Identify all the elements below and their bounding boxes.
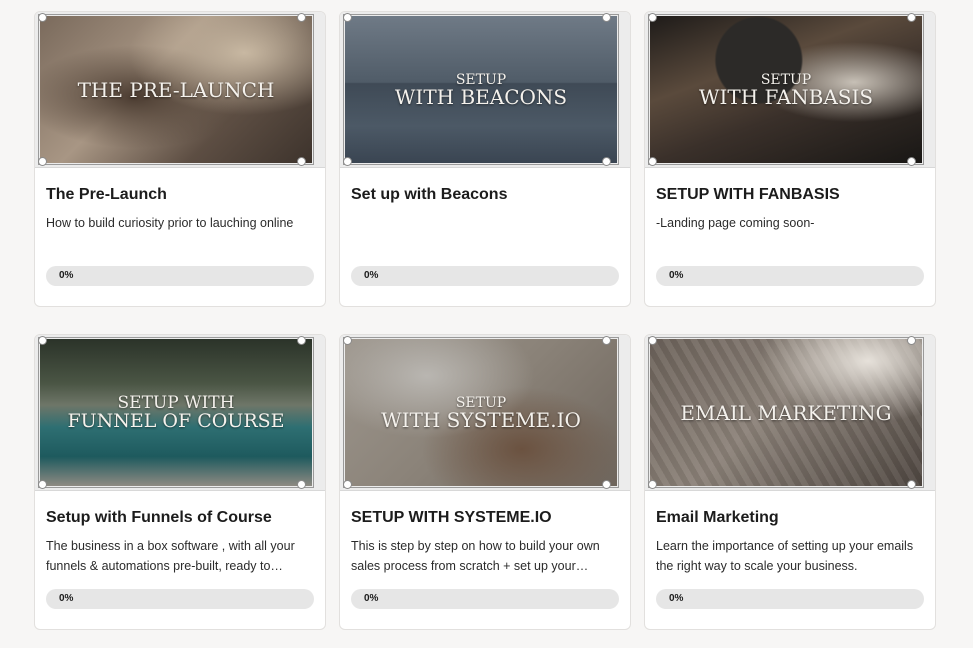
course-description: This is step by step on how to build you… (351, 539, 600, 573)
progress-label: 0% (364, 593, 379, 604)
course-progress-bar: 0% (351, 266, 619, 286)
progress-label: 0% (669, 593, 684, 604)
course-progress-bar: 0% (351, 589, 619, 609)
thumbnail-caption-line2: THE PRE-LAUNCH (77, 77, 275, 102)
course-progress-bar: 0% (46, 589, 314, 609)
course-card-funnels-of-course[interactable]: SETUP WITH FUNNEL OF COURSE Setup with F… (34, 334, 326, 630)
course-title[interactable]: Setup with Funnels of Course (46, 508, 314, 528)
course-title[interactable]: SETUP WITH SYSTEME.IO (351, 508, 619, 528)
course-description: The business in a box software , with al… (46, 539, 295, 573)
course-thumbnail[interactable]: SETUP WITH FANBASIS (645, 12, 935, 168)
thumbnail-caption-line2: WITH FANBASIS (698, 84, 874, 109)
course-description (351, 213, 619, 253)
course-thumbnail[interactable]: EMAIL MARKETING (645, 335, 935, 491)
progress-label: 0% (364, 270, 379, 281)
course-card-email-marketing[interactable]: EMAIL MARKETING Email Marketing Learn th… (644, 334, 936, 630)
progress-label: 0% (59, 270, 74, 281)
course-title[interactable]: The Pre-Launch (46, 185, 314, 205)
thumbnail-caption-line2: EMAIL MARKETING (680, 400, 892, 425)
course-progress-bar: 0% (46, 266, 314, 286)
course-description: Learn the importance of setting up your … (656, 539, 914, 573)
course-card-systeme-io[interactable]: SETUP WITH SYSTEME.IO SETUP WITH SYSTEME… (339, 334, 631, 630)
course-thumbnail[interactable]: SETUP WITH SYSTEME.IO (340, 335, 630, 491)
course-title[interactable]: SETUP WITH FANBASIS (656, 185, 924, 205)
course-thumbnail[interactable]: SETUP WITH BEACONS (340, 12, 630, 168)
course-card-pre-launch[interactable]: THE PRE-LAUNCH The Pre-Launch How to bui… (34, 11, 326, 307)
thumbnail-caption-line2: WITH SYSTEME.IO (381, 407, 581, 432)
progress-label: 0% (59, 593, 74, 604)
course-progress-bar: 0% (656, 266, 924, 286)
course-card-beacons[interactable]: SETUP WITH BEACONS Set up with Beacons 0… (339, 11, 631, 307)
course-thumbnail[interactable]: SETUP WITH FUNNEL OF COURSE (35, 335, 325, 491)
course-progress-bar: 0% (656, 589, 924, 609)
course-title[interactable]: Email Marketing (656, 508, 924, 528)
course-grid: THE PRE-LAUNCH The Pre-Launch How to bui… (34, 11, 936, 630)
course-thumbnail[interactable]: THE PRE-LAUNCH (35, 12, 325, 168)
thumbnail-caption-line2: FUNNEL OF COURSE (67, 409, 285, 432)
course-description: How to build curiosity prior to lauching… (46, 216, 294, 230)
course-description: -Landing page coming soon- (656, 216, 815, 230)
course-card-fanbasis[interactable]: SETUP WITH FANBASIS SETUP WITH FANBASIS … (644, 11, 936, 307)
course-title[interactable]: Set up with Beacons (351, 185, 619, 205)
thumbnail-caption-line2: WITH BEACONS (394, 84, 568, 109)
progress-label: 0% (669, 270, 684, 281)
